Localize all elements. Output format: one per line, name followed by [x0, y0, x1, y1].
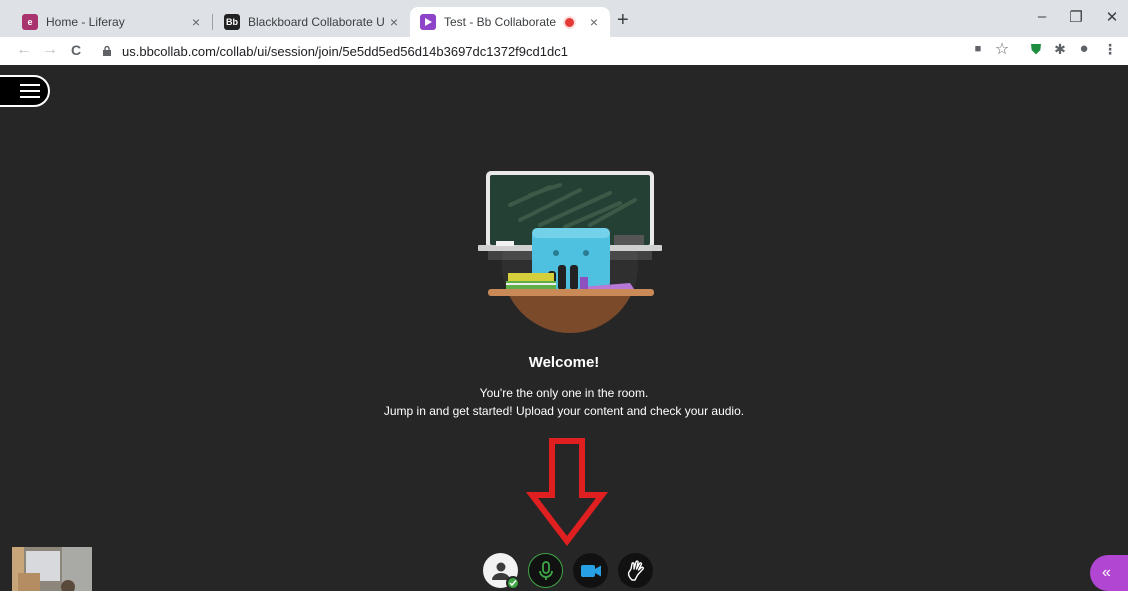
welcome-message-line1: You're the only one in the room. [479, 386, 649, 400]
hamburger-icon [20, 84, 40, 98]
forward-button[interactable]: → [40, 41, 60, 59]
tab-close-icon[interactable]: × [384, 14, 404, 30]
classroom-illustration [478, 171, 662, 333]
tab-title: Blackboard Collaborate Ultra – 1! [248, 15, 384, 29]
liferay-icon: e [22, 14, 38, 30]
lock-icon [103, 45, 111, 56]
url-bar[interactable]: us.bbcollab.com/collab/ui/session/join/5… [100, 40, 940, 62]
welcome-title: Welcome! [528, 354, 600, 371]
session-controls [483, 553, 653, 590]
raise-hand-button[interactable] [618, 553, 653, 588]
status-check-icon [506, 576, 520, 590]
url-text: us.bbcollab.com/collab/ui/session/join/5… [122, 43, 568, 59]
tab-close-icon[interactable]: × [584, 14, 604, 30]
tab-separator [212, 14, 213, 30]
collaborate-glyph-icon [425, 18, 432, 26]
back-button[interactable]: ← [14, 41, 34, 59]
open-collaborate-panel-button[interactable]: « [1090, 555, 1128, 591]
tab-title: Home - Liferay [46, 15, 125, 29]
welcome-message-line2: Jump in and get started! Upload your con… [383, 404, 745, 418]
star-icon[interactable]: ☆ [992, 39, 1012, 59]
my-status-button[interactable] [483, 553, 520, 590]
minimize-button[interactable]: – [1030, 8, 1054, 25]
reload-button[interactable]: C [66, 42, 86, 58]
tab-title: Test - Bb Collaborate [444, 15, 557, 29]
microphone-icon [538, 560, 553, 580]
more-icon[interactable]: ⋮ [1100, 41, 1120, 58]
video-camera-icon [580, 564, 601, 577]
camera-icon[interactable]: ■ [968, 43, 988, 55]
video-feed-image [12, 547, 92, 591]
tab-home-liferay[interactable]: e Home - Liferay × [12, 7, 212, 37]
close-window-button[interactable]: ✕ [1100, 8, 1124, 26]
session-menu-button[interactable] [0, 75, 50, 107]
shield-extension-icon[interactable]: ⛊ [1026, 41, 1046, 58]
puzzle-icon[interactable]: ✱ [1050, 41, 1070, 58]
restore-button[interactable]: ❐ [1064, 8, 1088, 26]
tab-close-icon[interactable]: × [186, 14, 206, 30]
camera-button[interactable] [573, 553, 608, 588]
profile-icon[interactable]: ● [1074, 40, 1094, 57]
red-down-arrow-icon [526, 438, 608, 546]
microphone-button[interactable] [528, 553, 563, 588]
address-toolbar: ← → C us.bbcollab.com/collab/ui/session/… [0, 37, 1128, 65]
browser-tab-bar: e Home - Liferay × Bb Blackboard Collabo… [0, 0, 1128, 37]
collaborate-icon [420, 14, 436, 30]
blackboard-icon: Bb [224, 14, 240, 30]
raise-hand-icon [627, 559, 644, 581]
collaborate-session-area: Welcome! You're the only one in the room… [0, 65, 1128, 591]
participant-video-thumbnail[interactable] [12, 547, 92, 591]
tab-blackboard-collaborate-ultra[interactable]: Bb Blackboard Collaborate Ultra – 1! × [214, 7, 410, 37]
tab-test-bb-collaborate[interactable]: Test - Bb Collaborate × [410, 7, 610, 37]
new-tab-button[interactable]: + [617, 9, 629, 32]
recording-indicator-icon [565, 17, 574, 27]
